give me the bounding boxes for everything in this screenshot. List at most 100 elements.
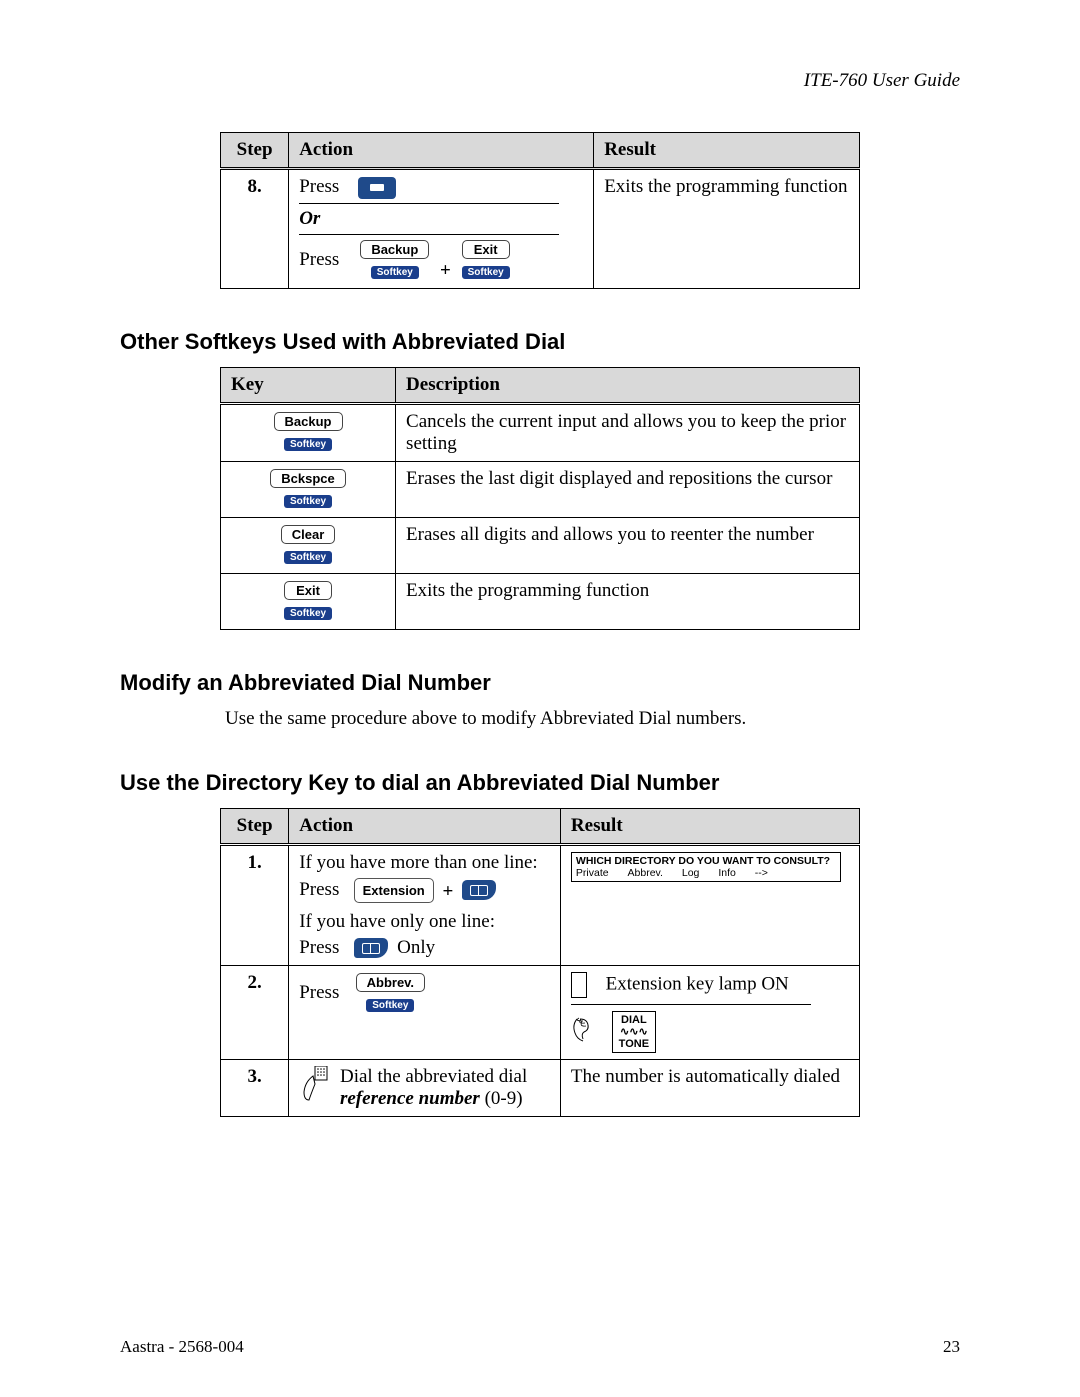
clear-softkey: Clear Softkey [281,525,336,566]
abbrev-softkey: Abbrev. Softkey [356,973,425,1014]
dial-l1: DIAL [621,1014,647,1026]
table-row: 1. If you have more than one line: Press… [221,844,860,965]
key-cell: Clear Softkey [221,517,396,573]
col-action: Action [289,808,561,844]
header-title: ITE-760 User Guide [120,70,960,92]
col-action: Action [289,133,594,169]
press-label: Press [299,982,339,1003]
action-text-l2a: reference number [340,1088,480,1109]
col-result: Result [594,133,860,169]
softkey-label: Abbrev. [356,973,425,992]
dial-tone-icon: DIAL ∿∿∿ TONE [612,1011,656,1053]
action-text-l1: Dial the abbreviated dial [340,1066,527,1087]
directory-key-icon [462,880,496,900]
table-header-row: Step Action Result [221,808,860,844]
bckspce-softkey: Bckspce Softkey [270,469,345,510]
softkey-caption: Softkey [366,999,414,1012]
table-row: Clear Softkey Erases all digits and allo… [221,517,860,573]
result-cell: The number is automatically dialed [560,1059,859,1116]
softkey-label: Backup [360,240,429,259]
display-option: Info [718,867,736,879]
lamp-icon [571,972,587,998]
key-cell: Exit Softkey [221,573,396,629]
plus-icon: + [440,260,451,282]
action-text-l2b: (0-9) [480,1088,523,1109]
col-step: Step [221,133,289,169]
softkey-caption: Softkey [284,438,332,451]
keypad-hand-icon [299,1066,329,1108]
desc-cell: Erases the last digit displayed and repo… [396,461,860,517]
separator-line [299,203,559,204]
plus-icon: + [442,881,453,903]
softkey-label: Bckspce [270,469,345,488]
ear-icon [571,1015,595,1049]
press-label: Press [299,176,339,197]
backup-softkey: Backup Softkey [360,240,429,281]
display-title: WHICH DIRECTORY DO YOU WANT TO CONSULT? [576,855,836,867]
step-table-1: Step Action Result 8. Press Or Press Bac… [220,132,860,289]
section-heading-other-softkeys: Other Softkeys Used with Abbreviated Dia… [120,329,960,355]
exit-softkey: Exit Softkey [284,581,332,622]
footer-page-number: 23 [943,1337,960,1357]
step-number: 1. [221,844,289,965]
col-description: Description [396,367,860,403]
text: If you have more than one line: [299,852,550,874]
only-label: Only [397,937,435,958]
display-option: Log [682,867,700,879]
step-number: 2. [221,965,289,1059]
col-result: Result [560,808,859,844]
dial-l2: TONE [619,1038,649,1050]
action-cell: Press Abbrev. Softkey [289,965,561,1059]
press-label: Press [299,879,339,900]
result-cell: WHICH DIRECTORY DO YOU WANT TO CONSULT? … [560,844,859,965]
directory-key-icon [354,938,388,958]
page: ITE-760 User Guide Step Action Result 8.… [0,0,1080,1397]
display-option: --> [755,867,768,879]
softkey-label: Exit [284,581,332,600]
or-label: Or [299,208,583,230]
exit-softkey: Exit Softkey [462,240,510,281]
key-cell: Backup Softkey [221,403,396,461]
display-option: Private [576,867,609,879]
lamp-text: Extension key lamp ON [606,973,789,994]
text: If you have only one line: [299,911,550,933]
dial-wave-icon: ∿∿∿ [620,1026,648,1038]
table-row: 2. Press Abbrev. Softkey Extension key l… [221,965,860,1059]
softkey-table: Key Description Backup Softkey Cancels t… [220,367,860,630]
action-cell: Press Or Press Backup Softkey + Exit Sof… [289,169,594,289]
press-label: Press [299,937,339,958]
desc-cell: Exits the programming function [396,573,860,629]
action-cell: Dial the abbreviated dial reference numb… [289,1059,561,1116]
table-row: Bckspce Softkey Erases the last digit di… [221,461,860,517]
softkey-caption: Softkey [284,607,332,620]
table-row: 3. Dial the abbreviated dial reference n… [221,1059,860,1116]
col-step: Step [221,808,289,844]
softkey-label: Clear [281,525,336,544]
table-header-row: Step Action Result [221,133,860,169]
softkey-caption: Softkey [462,266,510,279]
separator-line [299,234,559,235]
press-label: Press [299,249,339,270]
step-table-2: Step Action Result 1. If you have more t… [220,808,860,1117]
table-row: Exit Softkey Exits the programming funct… [221,573,860,629]
phone-display: WHICH DIRECTORY DO YOU WANT TO CONSULT? … [571,852,841,882]
desc-cell: Erases all digits and allows you to reen… [396,517,860,573]
result-cell: Exits the programming function [594,169,860,289]
phone-key-icon [358,177,396,199]
softkey-label: Backup [274,412,343,431]
display-option: Abbrev. [628,867,663,879]
footer-left: Aastra - 2568-004 [120,1337,244,1357]
key-cell: Bckspce Softkey [221,461,396,517]
section-heading-directory: Use the Directory Key to dial an Abbrevi… [120,770,960,796]
result-cell: Extension key lamp ON DIAL ∿∿∿ TONE [560,965,859,1059]
softkey-caption: Softkey [284,495,332,508]
softkey-caption: Softkey [284,551,332,564]
softkey-label: Exit [462,240,510,259]
table-header-row: Key Description [221,367,860,403]
page-footer: Aastra - 2568-004 23 [120,1337,960,1357]
section-heading-modify: Modify an Abbreviated Dial Number [120,670,960,696]
table-row: Backup Softkey Cancels the current input… [221,403,860,461]
softkey-caption: Softkey [371,266,419,279]
col-key: Key [221,367,396,403]
body-paragraph: Use the same procedure above to modify A… [225,708,960,730]
